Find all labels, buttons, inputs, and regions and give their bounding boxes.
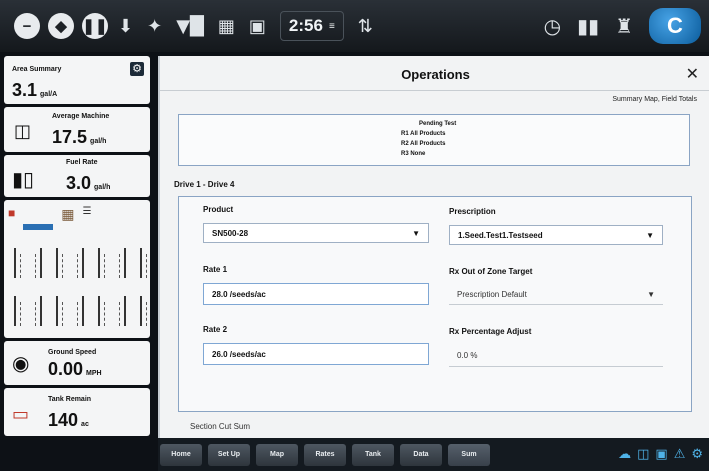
row-unit-icon	[98, 296, 126, 326]
satellite-icon[interactable]: ✦	[147, 16, 162, 37]
rx-percent-input[interactable]: 0.0 %	[449, 345, 663, 367]
tank-remain-tile[interactable]: ▭ Tank Remain 140 ac	[4, 388, 150, 436]
row-units-bottom	[14, 296, 168, 326]
operator-icon[interactable]: ♜	[615, 14, 633, 38]
alert-icon[interactable]: ⚠	[674, 447, 686, 462]
tile-label: Average Machine	[52, 113, 110, 120]
gauge-icon[interactable]: ◷	[544, 14, 561, 38]
list-icon: ☰	[82, 206, 92, 217]
average-machine-tile[interactable]: ◫ Average Machine 17.5 gal/h	[4, 107, 150, 152]
tab-rates[interactable]: Rates	[304, 443, 346, 466]
prescription-select[interactable]: 1.Seed.Test1.Testseed ▼	[449, 225, 663, 245]
tile-label: Area Summary	[12, 66, 62, 73]
minus-icon[interactable]: −	[14, 13, 40, 39]
clock-settings-icon: ≡	[328, 20, 335, 32]
seed-icon: ▦	[61, 206, 75, 222]
chevron-down-icon: ▼	[412, 229, 420, 238]
system-tray: ☁ ◫ ▣ ⚠ ⚙	[618, 447, 709, 462]
operations-panel: Operations ✕ Summary Map, Field Totals P…	[158, 56, 709, 438]
row-unit-icon	[98, 248, 126, 278]
clock-time: 2:56	[288, 16, 323, 35]
home-button[interactable]: C	[649, 8, 701, 44]
page-title: Operations	[401, 67, 470, 82]
implement-map-tile[interactable]: ■ ▦ ☰	[4, 200, 168, 338]
tank-icon: ▭	[12, 404, 30, 425]
product-info-box: Pending Test R1 All Products R2 All Prod…	[178, 114, 690, 166]
chevron-down-icon: ▼	[647, 290, 655, 299]
sync-icon[interactable]: ⇅	[358, 16, 373, 37]
fuel-rate-tile[interactable]: ▮▯ Fuel Rate 3.0 gal/h	[4, 155, 150, 197]
left-sidebar: Area Summary ⚙ 3.1 gal/A ◫ Average Machin…	[4, 56, 168, 471]
camera-icon[interactable]: ▣	[655, 447, 667, 462]
out-of-zone-select[interactable]: Prescription Default ▼	[449, 285, 663, 305]
product-value: SN500-28	[212, 229, 249, 238]
rate1-input[interactable]: 28.0 /seeds/ac	[203, 283, 429, 305]
tile-value: 3.0 gal/h	[66, 173, 111, 193]
gear-icon[interactable]: ⚙	[691, 447, 703, 462]
row-unit-icon	[14, 296, 42, 326]
tile-label: Ground Speed	[48, 349, 97, 356]
tile-label: Tank Remain	[48, 396, 92, 403]
speed-icon: ◉	[12, 351, 30, 375]
fuel-icon: ▮▯	[12, 167, 35, 191]
info-line: Pending Test	[419, 121, 457, 127]
marker-icon: ■	[8, 206, 16, 220]
map-icons-row: ■ ▦ ☰	[8, 206, 91, 230]
progress-icon	[23, 224, 54, 230]
tab-home[interactable]: Home	[160, 443, 202, 466]
wifi-signal-icon[interactable]: ▼█	[176, 16, 204, 37]
ground-speed-tile[interactable]: ◉ Ground Speed 0.00 MPH	[4, 341, 150, 385]
row-unit-icon	[56, 296, 84, 326]
tile-value: 140 ac	[48, 410, 89, 430]
tile-value: 0.00 MPH	[48, 359, 102, 379]
tile-value: 3.1 gal/A	[12, 80, 58, 100]
home-button-label: C	[667, 13, 683, 38]
row-unit-icon	[56, 248, 84, 278]
product-select[interactable]: SN500-28 ▼	[203, 223, 429, 243]
chevron-down-icon: ▼	[646, 231, 654, 240]
tab-setup[interactable]: Set Up	[208, 443, 250, 466]
top-bar: − ◆ ❚❚ ⬇ ✦ ▼█ ▦ ▣ 2:56 ≡ ⇅ ◷ ▮▮ ♜ C	[0, 0, 709, 52]
tab-tank[interactable]: Tank	[352, 443, 394, 466]
clock[interactable]: 2:56 ≡	[279, 11, 344, 41]
close-icon[interactable]: ✕	[686, 64, 699, 84]
bottom-bar: Home Set Up Map Rates Tank Data Sum ☁ ◫ …	[158, 438, 709, 471]
product-label: Product	[203, 205, 234, 214]
tile-label: Fuel Rate	[66, 159, 98, 166]
operation-form: Product SN500-28 ▼ Prescription 1.Seed.T…	[178, 196, 692, 412]
info-line: R2 All Products	[401, 141, 446, 147]
out-of-zone-value: Prescription Default	[457, 290, 527, 299]
rate2-input[interactable]: 26.0 /seeds/ac	[203, 343, 429, 365]
info-line: R3 None	[401, 151, 426, 157]
diamond-icon[interactable]: ◆	[48, 13, 74, 39]
tab-sum[interactable]: Sum	[448, 443, 490, 466]
rx-percent-label: Rx Percentage Adjust	[449, 327, 532, 336]
pause-icon[interactable]: ❚❚	[82, 13, 108, 39]
folder-icon[interactable]: ◫	[637, 447, 649, 462]
screen-icon[interactable]: ▣	[249, 16, 266, 37]
prescription-label: Prescription	[449, 207, 496, 216]
area-summary-tile[interactable]: Area Summary ⚙ 3.1 gal/A	[4, 56, 150, 104]
summary-link[interactable]: Summary Map, Field Totals	[612, 96, 697, 103]
row-units-top	[14, 248, 168, 278]
implement-icon[interactable]: ▮▮	[577, 14, 599, 38]
section-label: Drive 1 - Drive 4	[174, 180, 235, 189]
download-icon[interactable]: ⬇	[118, 16, 133, 37]
row-unit-icon	[14, 248, 42, 278]
machine-icon: ◫	[14, 121, 32, 142]
prescription-value: 1.Seed.Test1.Testseed	[458, 231, 543, 240]
rate1-label: Rate 1	[203, 265, 228, 274]
info-line: R1 All Products	[401, 131, 446, 137]
out-of-zone-label: Rx Out of Zone Target	[449, 267, 533, 276]
grid-icon[interactable]: ▦	[218, 16, 235, 37]
tile-value: 17.5 gal/h	[52, 127, 107, 147]
tab-map[interactable]: Map	[256, 443, 298, 466]
panel-header: Operations ✕	[160, 56, 709, 91]
rate2-label: Rate 2	[203, 325, 228, 334]
display-frame: − ◆ ❚❚ ⬇ ✦ ▼█ ▦ ▣ 2:56 ≡ ⇅ ◷ ▮▮ ♜ C Area…	[0, 0, 709, 471]
section-cut-text: Section Cut Sum	[190, 422, 251, 431]
settings-icon[interactable]: ⚙	[130, 62, 144, 76]
tab-data[interactable]: Data	[400, 443, 442, 466]
cloud-icon[interactable]: ☁	[618, 447, 631, 462]
